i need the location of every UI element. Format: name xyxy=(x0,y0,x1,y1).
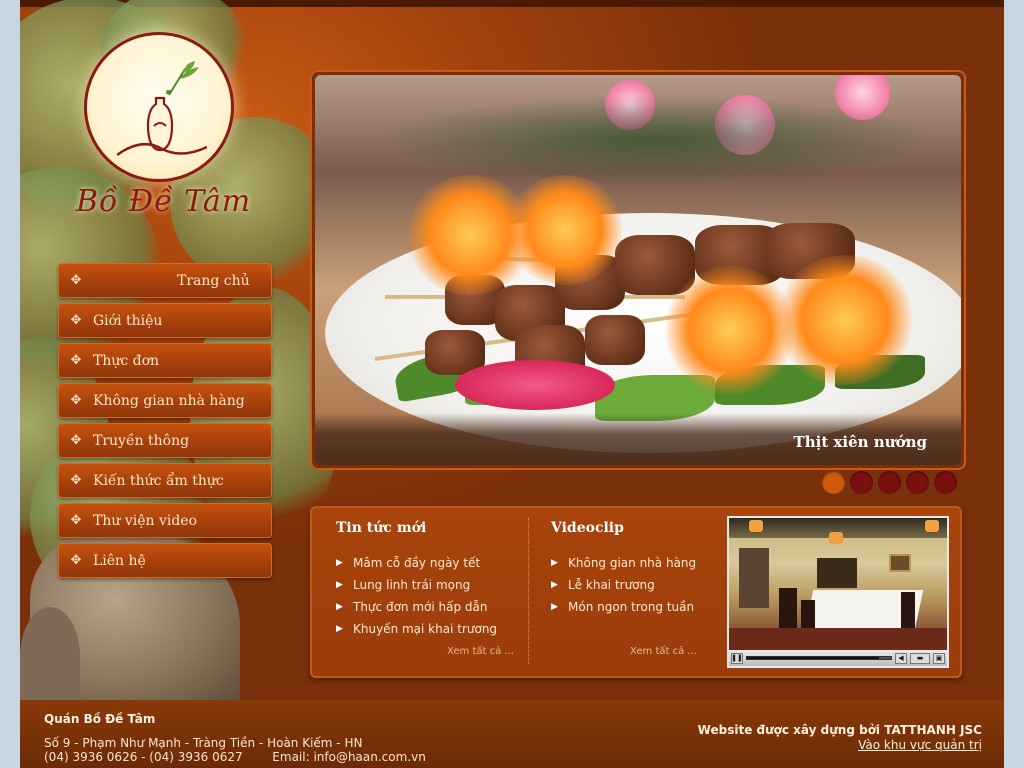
slider-dot-5[interactable] xyxy=(934,471,957,494)
menu-item-home[interactable]: ✥ Trang chủ xyxy=(58,263,272,298)
menu-item-contact[interactable]: ✥ Liên hệ xyxy=(58,543,272,578)
admin-area-link[interactable]: Vào khu vực quản trị xyxy=(858,738,982,752)
page: Bồ Đề Tâm ✥ Trang chủ ✥ Giới thiệu ✥ Thự… xyxy=(20,0,1004,768)
triangle-right-icon: ▶ xyxy=(551,580,558,590)
footer: Quán Bồ Đề Tâm Số 9 - Phạm Như Mạnh - Tr… xyxy=(20,700,1004,768)
slider-dots xyxy=(822,471,957,494)
menu-item-about[interactable]: ✥ Giới thiệu xyxy=(58,303,272,338)
diamond-dots-icon: ✥ xyxy=(70,313,82,328)
slider-dot-3[interactable] xyxy=(878,471,901,494)
news-item[interactable]: ▶ Lung linh trái mọng xyxy=(336,574,497,596)
pause-icon[interactable]: ❚❚ xyxy=(731,652,743,664)
volume-icon[interactable]: ◀ xyxy=(895,652,907,664)
video-controls: ❚❚ ◀ ▬ ▣ xyxy=(729,650,947,666)
menu-item-label: Thư viện video xyxy=(93,512,198,529)
footer-restaurant-name: Quán Bồ Đề Tâm xyxy=(44,712,156,726)
brand-name: Bồ Đề Tâm xyxy=(76,184,252,219)
menu-item-label: Kiến thức ẩm thực xyxy=(93,472,224,489)
footer-built-by: Website được xây dựng bởi TATTHANH JSC xyxy=(697,723,982,737)
footer-email[interactable]: Email: info@haan.com.vn xyxy=(272,750,426,764)
footer-address: Số 9 - Phạm Như Mạnh - Tràng Tiền - Hoàn… xyxy=(44,736,363,750)
diamond-dots-icon: ✥ xyxy=(70,433,82,448)
slider-dot-4[interactable] xyxy=(906,471,929,494)
news-see-all-link[interactable]: Xem tất cả ... xyxy=(447,646,514,657)
news-title: Tin tức mới xyxy=(336,520,427,536)
menu-item-label: Trang chủ xyxy=(177,272,250,289)
triangle-right-icon: ▶ xyxy=(551,558,558,568)
image-slider: Thịt xiên nướng xyxy=(310,70,966,470)
slider-dot-1[interactable] xyxy=(822,471,845,494)
videoclip-item[interactable]: ▶ Lễ khai trương xyxy=(551,574,696,596)
triangle-right-icon: ▶ xyxy=(336,580,343,590)
videoclip-list: ▶ Không gian nhà hàng ▶ Lễ khai trương ▶ Mó… xyxy=(551,552,696,618)
slide-caption-bar: Thịt xiên nướng xyxy=(315,413,961,465)
content-panel: Tin tức mới ▶ Mâm cỗ đầy ngày tết ▶ Lung l… xyxy=(310,506,962,678)
diamond-dots-icon: ✥ xyxy=(70,553,82,568)
bamboo-leaves-icon xyxy=(168,61,199,96)
news-item[interactable]: ▶ Thực đơn mới hấp dẫn xyxy=(336,596,497,618)
menu-item-media[interactable]: ✥ Truyền thông xyxy=(58,423,272,458)
triangle-right-icon: ▶ xyxy=(336,602,343,612)
video-player[interactable]: ❚❚ ◀ ▬ ▣ xyxy=(727,516,949,668)
column-divider xyxy=(528,518,529,664)
videoclip-item[interactable]: ▶ Món ngon trong tuần xyxy=(551,596,696,618)
diamond-dots-icon: ✥ xyxy=(70,273,82,288)
main-menu: ✥ Trang chủ ✥ Giới thiệu ✥ Thực đơn ✥ Kh… xyxy=(58,263,272,583)
video-progress-fill xyxy=(747,657,880,659)
triangle-right-icon: ▶ xyxy=(336,558,343,568)
menu-item-label: Không gian nhà hàng xyxy=(93,392,245,409)
news-item[interactable]: ▶ Khuyến mại khai trương xyxy=(336,618,497,640)
menu-item-menu[interactable]: ✥ Thực đơn xyxy=(58,343,272,378)
menu-item-space[interactable]: ✥ Không gian nhà hàng xyxy=(58,383,272,418)
slider-dot-2[interactable] xyxy=(850,471,873,494)
news-list: ▶ Mâm cỗ đầy ngày tết ▶ Lung linh trái mọn… xyxy=(336,552,497,640)
slide-image[interactable]: Thịt xiên nướng xyxy=(315,75,961,465)
volume-slider-icon[interactable]: ▬ xyxy=(910,652,930,664)
menu-item-label: Liên hệ xyxy=(93,552,146,569)
diamond-dots-icon: ✥ xyxy=(70,353,82,368)
menu-item-label: Truyền thông xyxy=(93,432,190,449)
fullscreen-icon[interactable]: ▣ xyxy=(933,652,945,664)
diamond-dots-icon: ✥ xyxy=(70,473,82,488)
footer-contact: (04) 3936 0626 - (04) 3936 0627 Email: i… xyxy=(44,750,426,764)
diamond-dots-icon: ✥ xyxy=(70,513,82,528)
news-item[interactable]: ▶ Mâm cỗ đầy ngày tết xyxy=(336,552,497,574)
menu-item-label: Giới thiệu xyxy=(93,312,163,329)
menu-item-culinary[interactable]: ✥ Kiến thức ẩm thực xyxy=(58,463,272,498)
videoclip-see-all-link[interactable]: Xem tất cả ... xyxy=(630,646,697,657)
slide-caption: Thịt xiên nướng xyxy=(793,433,927,451)
video-seek-bar[interactable] xyxy=(746,656,892,660)
footer-phone: (04) 3936 0626 - (04) 3936 0627 xyxy=(44,750,243,764)
diamond-dots-icon: ✥ xyxy=(70,393,82,408)
videoclip-title: Videoclip xyxy=(551,520,624,536)
ground-swirl-icon xyxy=(117,142,207,157)
videoclip-item[interactable]: ▶ Không gian nhà hàng xyxy=(551,552,696,574)
video-frame[interactable] xyxy=(729,518,947,650)
menu-item-label: Thực đơn xyxy=(93,352,160,369)
menu-item-video-library[interactable]: ✥ Thư viện video xyxy=(58,503,272,538)
logo[interactable] xyxy=(84,32,234,182)
triangle-right-icon: ▶ xyxy=(336,624,343,634)
triangle-right-icon: ▶ xyxy=(551,602,558,612)
